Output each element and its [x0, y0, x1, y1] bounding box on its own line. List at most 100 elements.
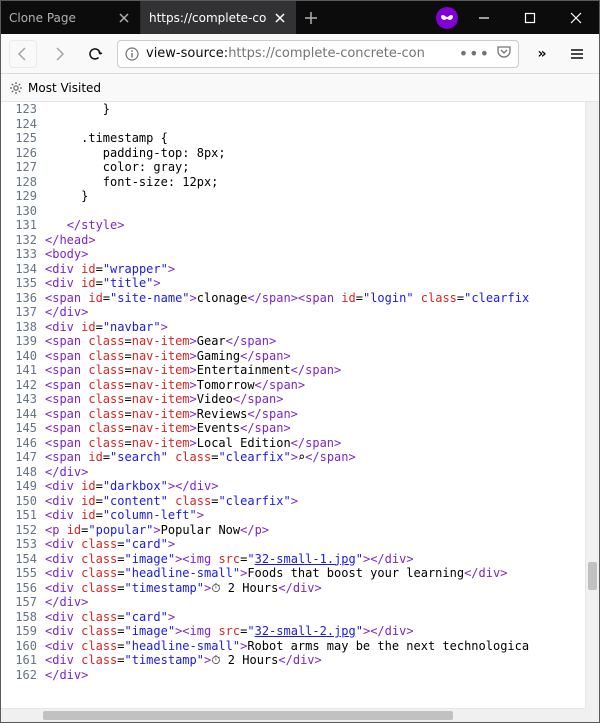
browser-window: Clone Page https://complete-co [0, 0, 600, 723]
source-line [45, 117, 599, 132]
line-number: 160 [1, 639, 37, 654]
scroll-corner [585, 708, 599, 722]
vertical-scrollbar[interactable] [585, 102, 599, 708]
source-line: <span id="site-name">clonage</span><span… [45, 291, 599, 306]
horizontal-scrollbar[interactable] [1, 708, 585, 722]
source-line: <span class=nav-item>Local Edition</span… [45, 436, 599, 451]
source-line: <span class=nav-item>Tomorrow</span> [45, 378, 599, 393]
line-number: 131 [1, 218, 37, 233]
most-visited-button[interactable]: Most Visited [9, 81, 101, 95]
page-content: 1231241251261271281291301311321331341351… [1, 102, 599, 722]
gear-icon [9, 81, 23, 95]
titlebar: Clone Page https://complete-co [1, 1, 599, 34]
back-button[interactable] [9, 40, 37, 68]
line-number: 146 [1, 436, 37, 451]
line-number: 147 [1, 450, 37, 465]
line-number: 130 [1, 204, 37, 219]
source-line: <span class=nav-item>Gear</span> [45, 334, 599, 349]
close-window-button[interactable] [553, 1, 599, 34]
source-line: <div class="timestamp">⏱ 2 Hours</div> [45, 581, 599, 596]
source-line: <div class="headline-small">Robot arms m… [45, 639, 599, 654]
tab-label: Clone Page [9, 11, 110, 25]
line-number: 148 [1, 465, 37, 480]
maximize-button[interactable] [507, 1, 553, 34]
forward-button[interactable] [45, 40, 73, 68]
bookmark-label: Most Visited [28, 81, 101, 95]
source-line: <div id="wrapper"> [45, 262, 599, 277]
source-line: font-size: 12px; [45, 175, 599, 190]
source-line: <div class="image"><img src="32-small-2.… [45, 624, 599, 639]
line-number: 140 [1, 349, 37, 364]
source-line: <div id="title"> [45, 276, 599, 291]
line-number: 151 [1, 508, 37, 523]
tab-active[interactable]: https://complete-co [141, 1, 296, 34]
line-number: 137 [1, 305, 37, 320]
line-number: 126 [1, 146, 37, 161]
source-line: <div id="navbar"> [45, 320, 599, 335]
line-number: 139 [1, 334, 37, 349]
reload-button[interactable] [81, 40, 109, 68]
private-browsing-badge [433, 1, 461, 34]
source-line: .timestamp { [45, 131, 599, 146]
source-line: <div class="headline-small">Foods that b… [45, 566, 599, 581]
line-number: 133 [1, 247, 37, 262]
horizontal-scroll-thumb[interactable] [43, 711, 453, 720]
line-number: 156 [1, 581, 37, 596]
source-line: <div id="column-left"> [45, 508, 599, 523]
line-number: 155 [1, 566, 37, 581]
source-line: <span class=nav-item>Gaming</span> [45, 349, 599, 364]
line-number: 144 [1, 407, 37, 422]
source-line: <span class=nav-item>Entertainment</span… [45, 363, 599, 378]
tab-inactive[interactable]: Clone Page [1, 1, 141, 34]
line-number: 129 [1, 189, 37, 204]
site-info-icon[interactable] [124, 46, 140, 62]
line-number: 153 [1, 537, 37, 552]
menu-button[interactable] [563, 40, 591, 68]
line-number: 159 [1, 624, 37, 639]
line-number: 150 [1, 494, 37, 509]
line-number: 145 [1, 421, 37, 436]
source-line: <p id="popular">Popular Now</p> [45, 523, 599, 538]
line-number: 143 [1, 392, 37, 407]
url-text: view-source:https://complete-concrete-co… [146, 46, 453, 61]
source-line: <span class=nav-item>Events</span> [45, 421, 599, 436]
line-number: 154 [1, 552, 37, 567]
line-number: 123 [1, 102, 37, 117]
line-number: 149 [1, 479, 37, 494]
source-line: <span class=nav-item>Reviews</span> [45, 407, 599, 422]
source-code-area[interactable]: } .timestamp { padding-top: 8px; color: … [45, 102, 599, 722]
line-number: 134 [1, 262, 37, 277]
vertical-scroll-thumb[interactable] [588, 562, 597, 590]
line-number: 127 [1, 160, 37, 175]
line-number: 135 [1, 276, 37, 291]
source-line: } [45, 189, 599, 204]
source-line: <div id="content" class="clearfix"> [45, 494, 599, 509]
source-line [45, 204, 599, 219]
source-line: color: gray; [45, 160, 599, 175]
close-icon[interactable] [272, 10, 288, 26]
line-number-gutter: 1231241251261271281291301311321331341351… [1, 102, 45, 722]
line-number: 124 [1, 117, 37, 132]
line-number: 162 [1, 668, 37, 683]
source-line: <div class="image"><img src="32-small-1.… [45, 552, 599, 567]
overflow-button[interactable]: » [527, 40, 555, 68]
source-line: </div> [45, 668, 599, 683]
line-number: 132 [1, 233, 37, 248]
source-line: <div class="card"> [45, 610, 599, 625]
source-line: } [45, 102, 599, 117]
pocket-icon[interactable] [496, 44, 512, 63]
url-bar[interactable]: view-source:https://complete-concrete-co… [117, 40, 519, 68]
line-number: 128 [1, 175, 37, 190]
close-icon[interactable] [116, 10, 132, 26]
new-tab-button[interactable] [296, 1, 326, 34]
line-number: 136 [1, 291, 37, 306]
line-number: 161 [1, 653, 37, 668]
minimize-button[interactable] [461, 1, 507, 34]
source-line: <body> [45, 247, 599, 262]
titlebar-spacer [326, 1, 433, 34]
tab-label: https://complete-co [149, 11, 266, 25]
page-actions-icon[interactable]: ••• [459, 44, 490, 63]
line-number: 152 [1, 523, 37, 538]
line-number: 141 [1, 363, 37, 378]
source-line: <div class="timestamp">⏱ 2 Hours</div> [45, 653, 599, 668]
